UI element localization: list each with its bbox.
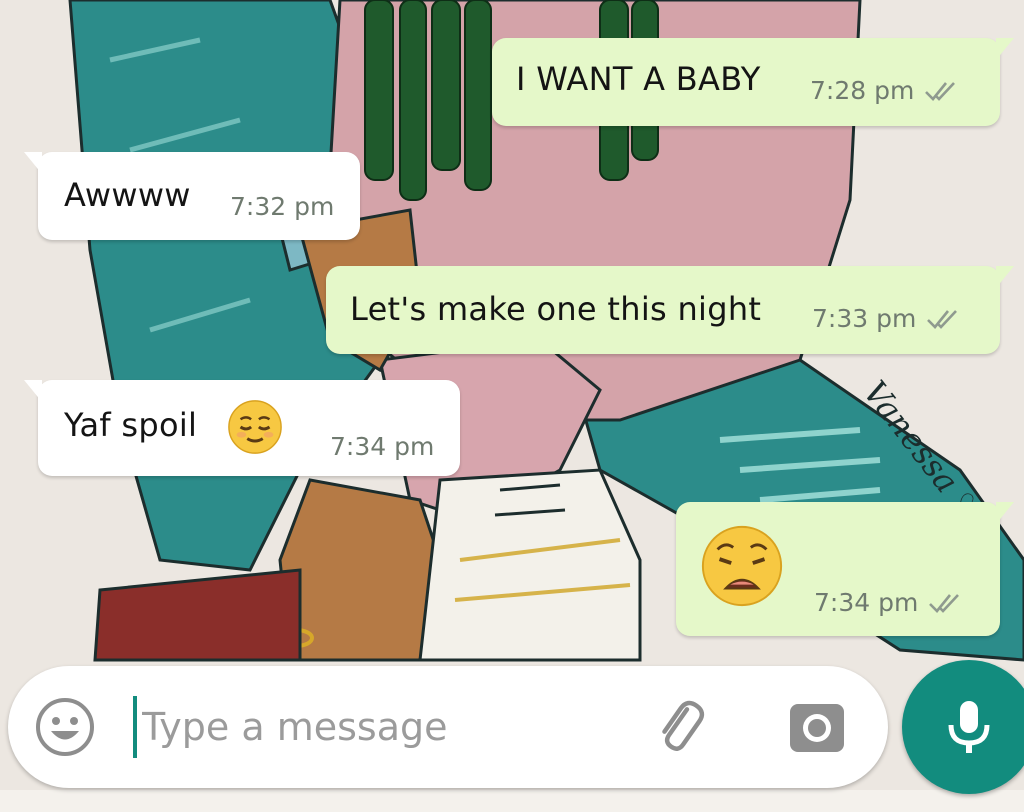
double-check-icon — [925, 81, 956, 101]
weary-face-emoji-icon — [701, 525, 783, 607]
message-bubble-incoming[interactable]: Yaf spoil 7:34 pm — [24, 380, 460, 476]
emoji-icon[interactable] — [34, 696, 96, 758]
message-composer — [8, 666, 888, 788]
double-check-icon — [929, 593, 960, 613]
message-text: Awwww — [64, 176, 191, 214]
message-text: I WANT A BABY — [516, 60, 761, 98]
message-time: 7:32 pm — [230, 192, 335, 221]
message-meta: 7:32 pm — [230, 192, 334, 221]
double-check-icon — [927, 309, 958, 329]
bubble-tail — [996, 38, 1014, 60]
message-bubble-outgoing[interactable]: I WANT A BABY 7:28 pm — [492, 38, 1014, 126]
microphone-icon — [948, 701, 990, 753]
bubble-tail — [24, 380, 42, 402]
message-time: 7:34 pm — [330, 432, 435, 461]
bubble-tail — [996, 266, 1014, 288]
message-text: Yaf spoil — [64, 406, 198, 444]
camera-icon[interactable] — [786, 696, 848, 758]
message-meta: 7:33 pm — [812, 304, 962, 333]
microphone-button[interactable] — [902, 660, 1024, 794]
bubble-tail — [996, 502, 1014, 524]
message-time: 7:34 pm — [814, 588, 919, 617]
bottom-edge — [0, 790, 1024, 812]
message-meta: 7:34 pm — [330, 432, 434, 461]
paperclip-icon[interactable] — [654, 696, 716, 758]
message-bubble-incoming[interactable]: Awwww 7:32 pm — [24, 152, 360, 240]
message-time: 7:28 pm — [810, 76, 915, 105]
message-text: Let's make one this night — [350, 290, 762, 328]
message-meta: 7:28 pm — [810, 76, 960, 105]
message-meta: 7:34 pm — [814, 588, 964, 617]
text-cursor — [133, 696, 137, 758]
message-bubble-outgoing[interactable]: Let's make one this night 7:33 pm — [326, 266, 1014, 354]
message-input[interactable] — [140, 688, 644, 766]
message-time: 7:33 pm — [812, 304, 917, 333]
bubble-tail — [24, 152, 42, 174]
message-bubble-outgoing[interactable]: 7:34 pm — [676, 502, 1014, 636]
relieved-face-emoji-icon — [228, 400, 282, 454]
